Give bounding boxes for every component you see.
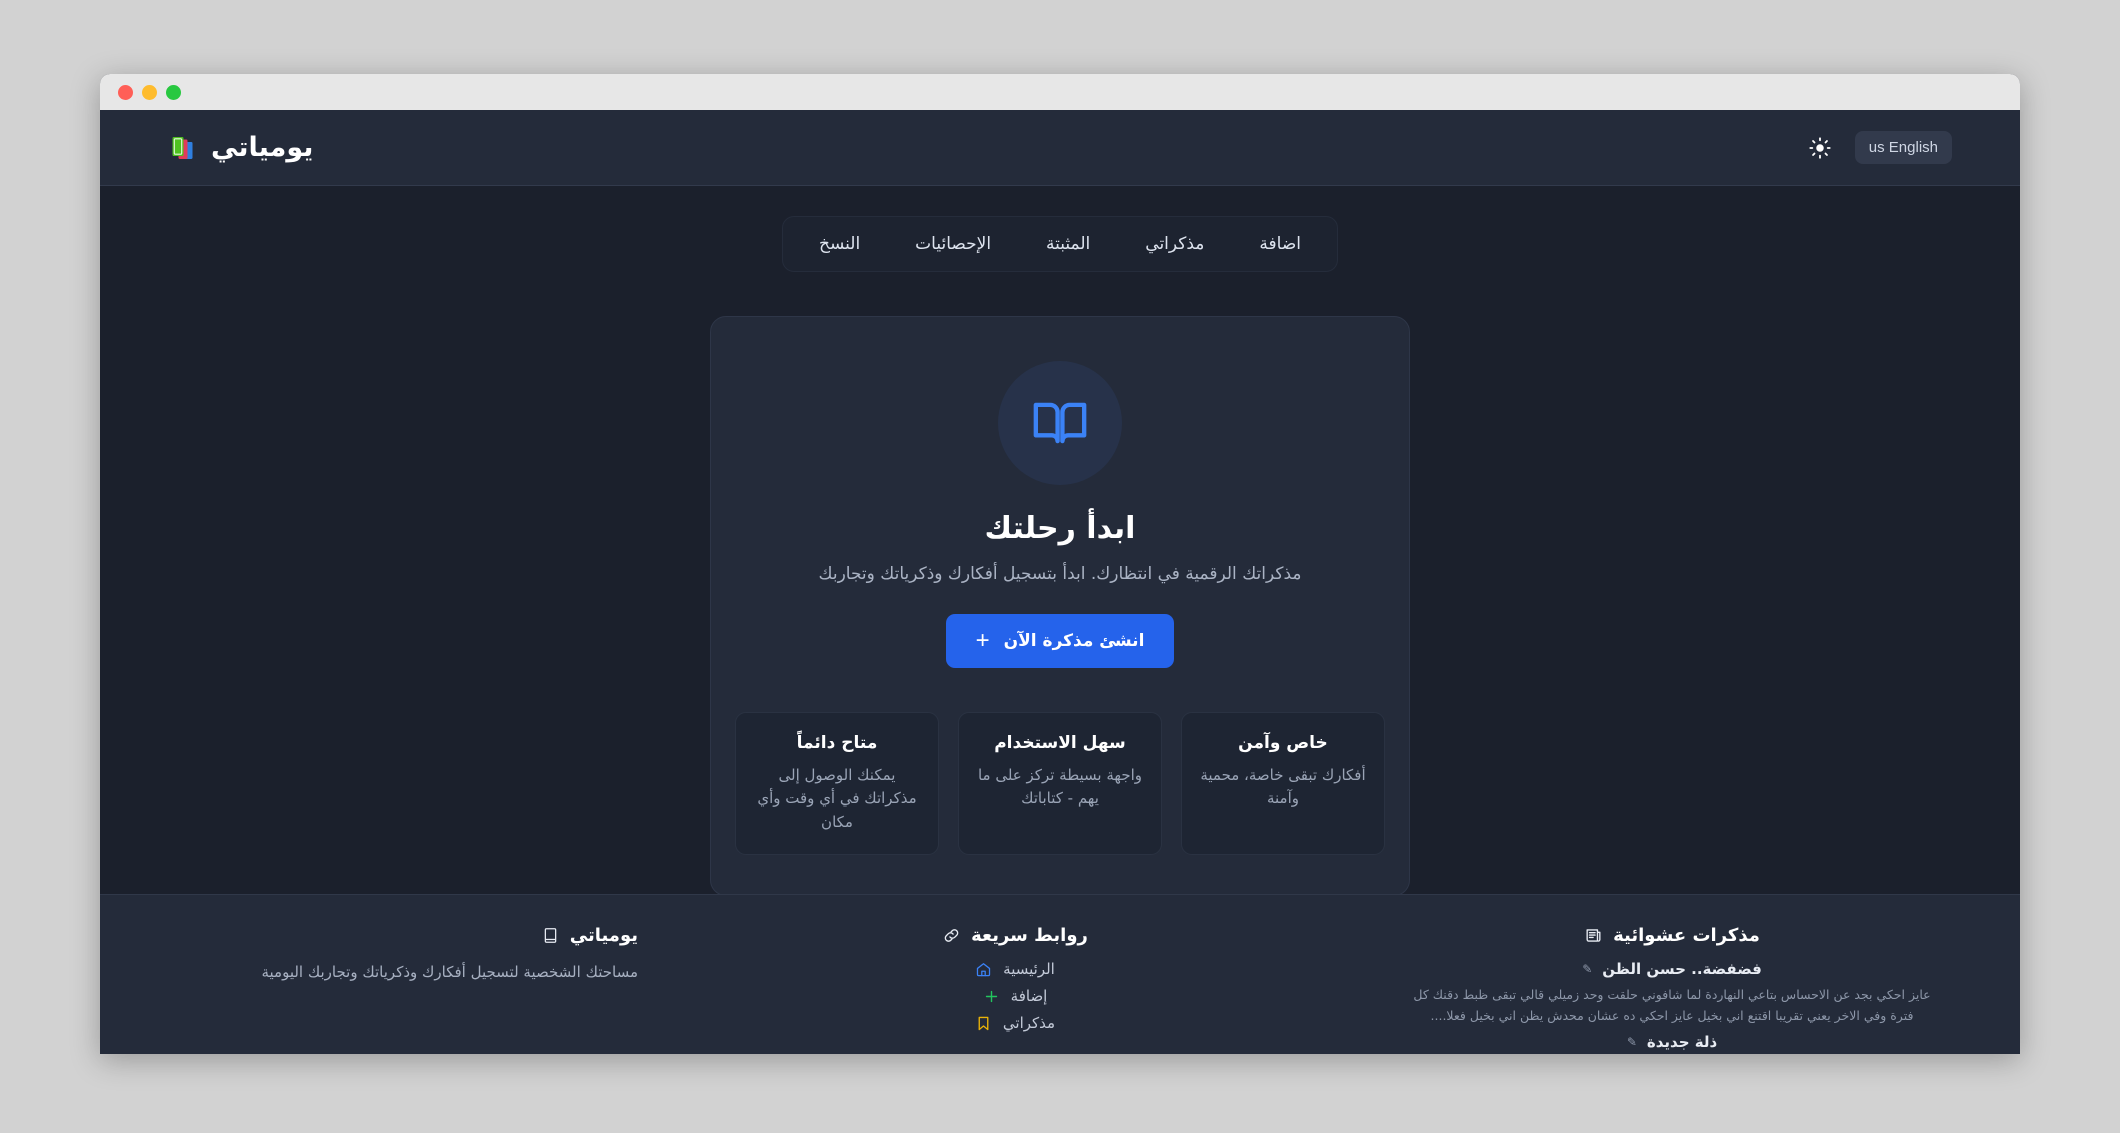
book-icon [544, 928, 557, 943]
footer-brand-title: يومياتي [569, 925, 638, 946]
browser-window: us English يومياتي اضافة مذكراتي المثبتة… [100, 74, 2020, 1054]
main-nav-tabs: اضافة مذكراتي المثبتة الإحصائيات النسخ [782, 216, 1338, 272]
random-memory-title-row[interactable]: فضفضة.. حسن الظن ✎ [1392, 960, 1952, 978]
language-switch-button[interactable]: us English [1854, 131, 1952, 164]
footer-random-title: مذكرات عشوائية [1613, 925, 1760, 946]
main-nav-wrapper: اضافة مذكراتي المثبتة الإحصائيات النسخ [100, 186, 2020, 272]
plus-icon: + [975, 627, 990, 654]
feature-card-easy: سهل الاستخدام واجهة بسيطة تركز على ما يه… [958, 712, 1162, 855]
create-diary-button[interactable]: انشئ مذكرة الآن + [945, 614, 1175, 668]
bookmark-icon [978, 1016, 989, 1030]
page-subtitle: مذكراتك الرقمية في انتظارك. ابدأ بتسجيل … [818, 564, 1302, 584]
site-footer: مذكرات عشوائية فضفضة.. حسن الظن ✎ عايز ا… [100, 894, 2020, 1054]
random-memory-excerpt: عايز احكي بجد عن الاحساس بتاعي النهاردة … [1413, 987, 1931, 1024]
tab-my-diaries[interactable]: مذكراتي [1119, 223, 1230, 265]
open-book-icon [1033, 402, 1087, 444]
tab-backups[interactable]: النسخ [793, 223, 886, 265]
sun-icon [1809, 136, 1831, 159]
empty-state-card: ابدأ رحلتك مذكراتك الرقمية في انتظارك. ا… [710, 316, 1410, 894]
brand-title: يومياتي [211, 132, 314, 163]
footer-brand-heading: يومياتي [168, 925, 638, 946]
footer-brand-column: يومياتي مساحتك الشخصية لتسجيل أفكارك وذك… [168, 925, 638, 1054]
footer-brand-description: مساحتك الشخصية لتسجيل أفكارك وذكرياتك وت… [261, 963, 638, 981]
books-icon [172, 136, 193, 159]
page-viewport: us English يومياتي اضافة مذكراتي المثبتة… [100, 110, 2020, 1054]
feature-description: أفكارك تبقى خاصة، محمية وآمنة [1200, 766, 1366, 808]
hero-icon-badge [998, 361, 1122, 485]
minimize-window-button[interactable] [142, 84, 157, 100]
window-titlebar [100, 74, 2020, 110]
home-icon [977, 962, 991, 976]
page-title: ابدأ رحلتك [984, 511, 1136, 546]
footer-random-memories-column: مذكرات عشوائية فضفضة.. حسن الظن ✎ عايز ا… [1392, 925, 1952, 1054]
app-brand[interactable]: يومياتي [168, 132, 313, 163]
feature-description: واجهة بسيطة تركز على ما يهم - كتاباتك [977, 766, 1143, 808]
theme-toggle-button[interactable] [1801, 129, 1839, 167]
tab-statistics[interactable]: الإحصائيات [889, 223, 1017, 265]
feature-card-always-available: متاح دائماً يمكنك الوصول إلى مذكراتك في … [735, 712, 939, 855]
feature-description: يمكنك الوصول إلى مذكراتك في أي وقت وأي م… [757, 766, 917, 831]
feature-title: خاص وآمن [1238, 733, 1328, 753]
footer-quick-links-column: روابط سريعة الرئيسية إضافة مذكراتي [850, 925, 1180, 1054]
footer-link-label: مذكراتي [1002, 1014, 1056, 1032]
random-memory-title-row[interactable]: ذلة جديدة ✎ [1392, 1033, 1952, 1051]
random-memory-title: ذلة جديدة [1646, 1032, 1718, 1051]
tab-pinned[interactable]: المثبتة [1020, 223, 1116, 265]
footer-link-label: الرئيسية [1003, 960, 1055, 978]
feature-title: متاح دائماً [796, 733, 878, 753]
pencil-icon: ✎ [1626, 1034, 1637, 1049]
footer-columns: مذكرات عشوائية فضفضة.. حسن الظن ✎ عايز ا… [168, 925, 1952, 1054]
footer-links-title: روابط سريعة [971, 925, 1088, 946]
footer-link-home[interactable]: الرئيسية [850, 960, 1180, 978]
link-icon [944, 929, 959, 942]
app-header: us English يومياتي [100, 110, 2020, 186]
footer-link-diaries[interactable]: مذكراتي [850, 1014, 1180, 1032]
header-left-controls: us English [1801, 129, 1952, 167]
tab-add[interactable]: اضافة [1233, 223, 1327, 265]
footer-random-heading: مذكرات عشوائية [1392, 925, 1952, 946]
pencil-icon: ✎ [1582, 962, 1593, 976]
feature-card-private: خاص وآمن أفكارك تبقى خاصة، محمية وآمنة [1181, 712, 1385, 855]
footer-link-label: إضافة [1010, 987, 1048, 1005]
zoom-window-button[interactable] [166, 84, 181, 100]
main-content: ابدأ رحلتك مذكراتك الرقمية في انتظارك. ا… [100, 272, 2020, 894]
feature-cards-row: خاص وآمن أفكارك تبقى خاصة، محمية وآمنة س… [735, 712, 1385, 855]
random-memory-title: فضفضة.. حسن الظن [1602, 960, 1762, 978]
footer-link-add[interactable]: إضافة [850, 987, 1180, 1005]
close-window-button[interactable] [118, 84, 133, 100]
random-memory-item[interactable]: ذلة جديدة ✎ [1392, 1033, 1952, 1051]
feature-title: سهل الاستخدام [994, 733, 1126, 753]
footer-links-heading: روابط سريعة [850, 925, 1180, 946]
traffic-light-controls [118, 84, 181, 100]
plus-icon [985, 990, 997, 1002]
create-diary-label: انشئ مذكرة الآن [1003, 631, 1145, 651]
newspaper-icon [1586, 929, 1601, 942]
random-memory-item[interactable]: فضفضة.. حسن الظن ✎ عايز احكي بجد عن الاح… [1392, 960, 1952, 1027]
